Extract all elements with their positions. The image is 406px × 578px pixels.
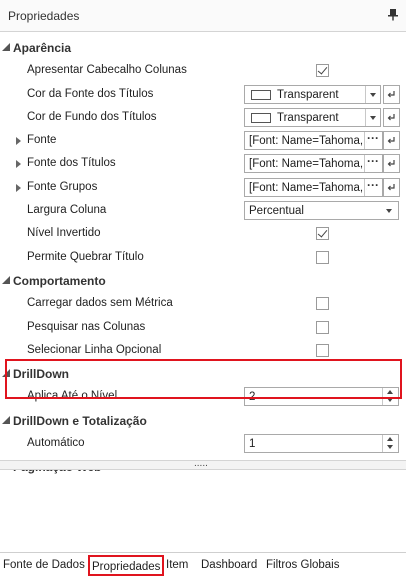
cor-fundo-titulos-combo[interactable]: Transparent [244, 107, 381, 127]
reset-icon[interactable] [383, 177, 400, 197]
panel-header: Propriedades [0, 0, 406, 32]
chevron-down-icon[interactable] [382, 202, 398, 219]
fonte-grupos-field[interactable]: [Font: Name=Tahoma, Size=8] [244, 177, 383, 197]
bottom-tab-bar: Fonte de Dados Propriedades Item Dashboa… [0, 552, 406, 578]
category-label: DrillDown [13, 367, 69, 382]
property-label: Largura Coluna [27, 204, 107, 217]
property-largura-coluna: Largura Coluna Percentual [0, 199, 406, 222]
spin-buttons[interactable] [382, 388, 398, 406]
expand-arrow-icon[interactable] [16, 183, 21, 192]
category-label: Aparência [13, 41, 72, 55]
tab-item[interactable]: Item [166, 559, 188, 571]
property-fonte-grupos: Fonte Grupos [Font: Name=Tahoma, Size=8] [0, 176, 406, 199]
tab-fonte-de-dados[interactable]: Fonte de Dados [3, 559, 85, 571]
property-label: Fonte dos Títulos [27, 157, 116, 170]
collapse-triangle-icon[interactable] [2, 415, 10, 424]
property-nivel-invertido: Nível Invertido [0, 222, 406, 245]
property-label: Pesquisar nas Colunas [27, 320, 146, 333]
spin-down-icon[interactable] [387, 445, 393, 450]
property-aplica-ate-nivel: Aplica Até o Nível 2 [0, 385, 406, 408]
ellipsis-icon[interactable] [364, 178, 382, 196]
aplica-ate-nivel-spinner[interactable]: 2 [244, 387, 399, 407]
color-swatch [251, 112, 271, 123]
expand-arrow-icon[interactable] [16, 137, 21, 146]
property-label: Permite Quebrar Título [27, 250, 144, 263]
combo-value: Transparent [277, 88, 339, 101]
selecionar-linha-checkbox[interactable] [316, 343, 329, 357]
category-comportamento[interactable]: Comportamento [0, 269, 406, 292]
color-swatch [251, 89, 271, 100]
property-label: Nível Invertido [27, 227, 101, 240]
tab-propriedades[interactable]: Propriedades [88, 555, 165, 576]
collapse-triangle-icon[interactable] [2, 275, 10, 284]
apresentar-cabecalho-checkbox[interactable] [316, 64, 329, 78]
field-value: [Font: Name=Tahoma, Size=8] [249, 135, 367, 148]
property-carregar-dados: Carregar dados sem Métrica [0, 292, 406, 315]
property-label: Aplica Até o Nível [27, 390, 118, 403]
property-cor-fonte-titulos: Cor da Fonte dos Títulos Transparent [0, 83, 406, 106]
spinner-value: 1 [249, 438, 256, 451]
reset-icon[interactable] [383, 84, 400, 104]
property-pesquisar-colunas: Pesquisar nas Colunas [0, 316, 406, 339]
property-label: Selecionar Linha Opcional [27, 343, 162, 356]
spin-buttons[interactable] [382, 435, 398, 453]
property-label: Carregar dados sem Métrica [27, 297, 173, 310]
category-label: Comportamento [13, 273, 106, 288]
property-apresentar-cabecalho: Apresentar Cabecalho Colunas [0, 59, 406, 82]
collapse-triangle-icon[interactable] [2, 43, 10, 51]
expand-arrow-icon[interactable] [16, 160, 21, 169]
ellipsis-icon[interactable] [364, 131, 382, 150]
permite-quebrar-checkbox[interactable] [316, 250, 329, 264]
property-label: Fonte [27, 134, 57, 147]
spin-down-icon[interactable] [387, 398, 393, 403]
property-grid: Aparência Apresentar Cabecalho Colunas C… [0, 36, 406, 479]
panel-splitter[interactable]: ..... [0, 458, 406, 470]
chevron-down-icon[interactable] [365, 85, 380, 103]
spin-up-icon[interactable] [387, 390, 393, 395]
property-label: Automático [27, 437, 85, 450]
nivel-invertido-checkbox[interactable] [316, 227, 329, 241]
tab-filtros-globais[interactable]: Filtros Globais [266, 559, 340, 571]
panel-title: Propriedades [8, 9, 80, 23]
pesquisar-colunas-checkbox[interactable] [316, 320, 329, 334]
reset-icon[interactable] [383, 154, 400, 174]
property-label: Cor da Fonte dos Títulos [27, 87, 154, 100]
ellipsis-icon[interactable] [364, 154, 382, 173]
spin-up-icon[interactable] [387, 437, 393, 442]
fonte-titulos-field[interactable]: [Font: Name=Tahoma, Size=8] [244, 154, 383, 174]
category-aparencia[interactable]: Aparência [0, 36, 406, 59]
property-label: Apresentar Cabecalho Colunas [27, 64, 187, 77]
splitter-grip: ..... [194, 458, 208, 469]
combo-value: Transparent [277, 111, 339, 124]
spinner-value: 2 [249, 391, 256, 404]
category-drilldown[interactable]: DrillDown [0, 362, 406, 385]
property-fonte-titulos: Fonte dos Títulos [Font: Name=Tahoma, Si… [0, 152, 406, 175]
largura-coluna-select[interactable]: Percentual [244, 201, 399, 221]
category-drilldown-totalizacao[interactable]: DrillDown e Totalização [0, 409, 406, 432]
property-selecionar-linha: Selecionar Linha Opcional [0, 339, 406, 362]
property-cor-fundo-titulos: Cor de Fundo dos Títulos Transparent [0, 106, 406, 129]
field-value: [Font: Name=Tahoma, Size=8] [249, 181, 367, 194]
cor-fonte-titulos-combo[interactable]: Transparent [244, 84, 381, 104]
carregar-dados-checkbox[interactable] [316, 297, 329, 311]
property-automatico: Automático 1 [0, 432, 406, 455]
pin-icon[interactable] [388, 8, 400, 22]
field-value: [Font: Name=Tahoma, Size=8] [249, 158, 367, 171]
property-label: Cor de Fundo dos Títulos [27, 110, 157, 123]
automatico-spinner[interactable]: 1 [244, 434, 399, 454]
property-permite-quebrar: Permite Quebrar Título [0, 246, 406, 269]
category-label: DrillDown e Totalização [13, 413, 147, 428]
collapse-triangle-icon[interactable] [2, 369, 10, 378]
reset-icon[interactable] [383, 131, 400, 151]
property-fonte: Fonte [Font: Name=Tahoma, Size=8] [0, 129, 406, 152]
reset-icon[interactable] [383, 107, 400, 127]
select-value: Percentual [249, 205, 304, 218]
fonte-field[interactable]: [Font: Name=Tahoma, Size=8] [244, 131, 383, 151]
chevron-down-icon[interactable] [365, 108, 380, 126]
tab-dashboard[interactable]: Dashboard [201, 559, 257, 571]
property-label: Fonte Grupos [27, 180, 98, 193]
